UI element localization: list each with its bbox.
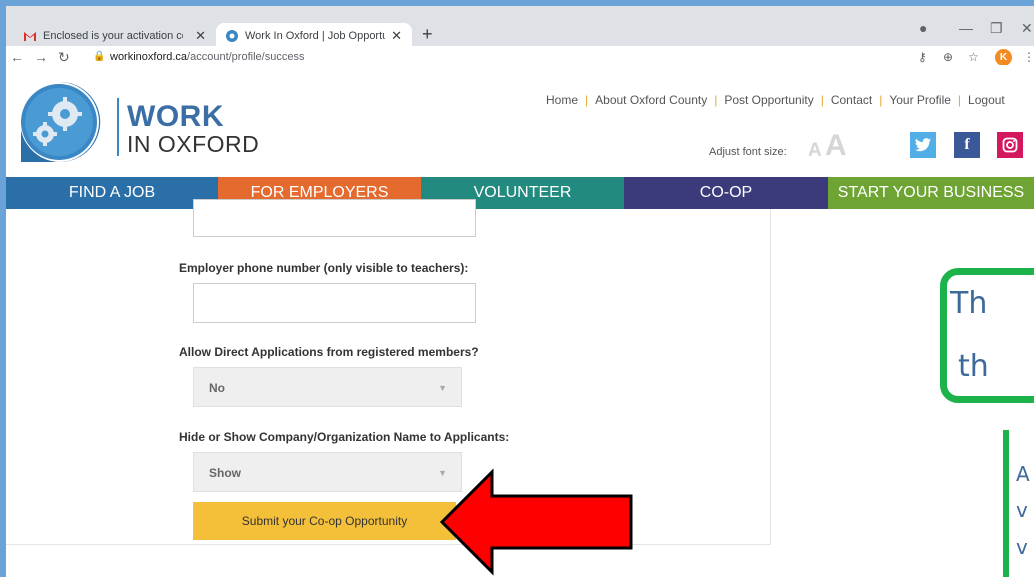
close-window-icon[interactable]: ✕	[1021, 20, 1033, 37]
url-field[interactable]: workinoxford.ca/account/profile/success	[110, 51, 304, 63]
reload-icon[interactable]: ↻	[58, 49, 70, 66]
tab-title: Enclosed is your activation code	[43, 29, 183, 42]
star-icon[interactable]: ☆	[968, 50, 979, 64]
font-decrease-button[interactable]: A	[808, 140, 822, 162]
minimize-icon[interactable]: —	[959, 20, 973, 36]
hide-show-value: Show	[209, 466, 241, 480]
annotation-callout-line1: Th	[950, 286, 988, 321]
site-header: WORK IN OXFORD Home | About Oxford County…	[6, 65, 1034, 177]
link-separator: |	[714, 93, 718, 107]
annotation-callout-line2: th	[958, 349, 989, 384]
key-icon[interactable]: ⚷	[918, 50, 927, 64]
gears-logo-icon[interactable]	[17, 80, 101, 164]
direct-apply-select[interactable]: No ▼	[193, 367, 462, 407]
red-arrow-annotation	[439, 468, 633, 576]
back-icon[interactable]: ←	[10, 49, 24, 65]
link-post-opportunity[interactable]: Post Opportunity	[724, 93, 813, 107]
link-logout[interactable]: Logout	[968, 93, 1005, 107]
direct-apply-value: No	[209, 381, 225, 395]
link-separator: |	[820, 93, 824, 107]
link-separator: |	[585, 93, 589, 107]
tab-title: Work In Oxford | Job Opportuniti	[245, 29, 385, 42]
tab-work-in-oxford[interactable]: Work In Oxford | Job Opportuniti ✕	[216, 23, 412, 48]
link-contact[interactable]: Contact	[831, 93, 872, 107]
employer-phone-input[interactable]	[193, 283, 476, 323]
twitter-icon[interactable]	[910, 132, 936, 158]
close-icon[interactable]: ✕	[391, 28, 402, 44]
site-favicon-icon	[226, 29, 238, 42]
nav-co-op[interactable]: CO-OP	[624, 177, 828, 209]
hide-show-select[interactable]: Show ▼	[193, 452, 462, 492]
font-size-label: Adjust font size:	[709, 146, 787, 158]
logo-work-text[interactable]: WORK	[127, 100, 224, 134]
zoom-icon[interactable]: ⊕	[943, 50, 953, 64]
nav-start-your-business[interactable]: START YOUR BUSINESS	[828, 177, 1034, 209]
previous-field-input[interactable]	[193, 199, 476, 237]
annotation-side-line: v	[1016, 498, 1028, 522]
direct-apply-label: Allow Direct Applications from registere…	[179, 345, 479, 359]
link-home[interactable]: Home	[546, 93, 578, 107]
facebook-icon[interactable]: f	[954, 132, 980, 158]
url-path: /account/profile/success	[187, 51, 305, 63]
nav-find-a-job[interactable]: FIND A JOB	[6, 177, 218, 209]
hide-show-label: Hide or Show Company/Organization Name t…	[179, 430, 510, 444]
avatar[interactable]: K	[995, 49, 1012, 66]
tab-strip: Enclosed is your activation code ✕ Work …	[6, 6, 1034, 48]
font-increase-button[interactable]: A	[825, 129, 847, 163]
annotation-side-line: A	[1016, 462, 1030, 486]
chevron-down-icon: ▼	[438, 383, 447, 393]
menu-icon[interactable]: ⋮	[1023, 50, 1034, 64]
gmail-icon	[24, 30, 36, 42]
main-nav: FIND A JOB FOR EMPLOYERS VOLUNTEER CO-OP…	[6, 177, 1034, 209]
forward-icon[interactable]: →	[34, 49, 48, 65]
link-your-profile[interactable]: Your Profile	[889, 93, 951, 107]
url-host: workinoxford.ca	[110, 51, 188, 63]
profile-dot-icon[interactable]: ●	[919, 20, 927, 36]
close-icon[interactable]: ✕	[195, 28, 206, 44]
new-tab-button[interactable]: +	[422, 24, 433, 45]
logo-divider	[117, 98, 119, 156]
instagram-icon[interactable]	[997, 132, 1023, 158]
phone-label: Employer phone number (only visible to t…	[179, 261, 469, 275]
top-links: Home | About Oxford County | Post Opportun…	[546, 93, 1005, 107]
tab-gmail[interactable]: Enclosed is your activation code ✕	[14, 23, 216, 48]
link-separator: |	[879, 93, 883, 107]
logo-oxford-text[interactable]: IN OXFORD	[127, 131, 259, 158]
lock-icon[interactable]: 🔒	[93, 51, 105, 62]
link-about[interactable]: About Oxford County	[595, 93, 707, 107]
restore-icon[interactable]: ❐	[990, 20, 1003, 37]
annotation-side-line: v	[1016, 535, 1028, 559]
submit-coop-button[interactable]: Submit your Co-op Opportunity	[193, 502, 456, 540]
link-separator: |	[957, 93, 962, 107]
